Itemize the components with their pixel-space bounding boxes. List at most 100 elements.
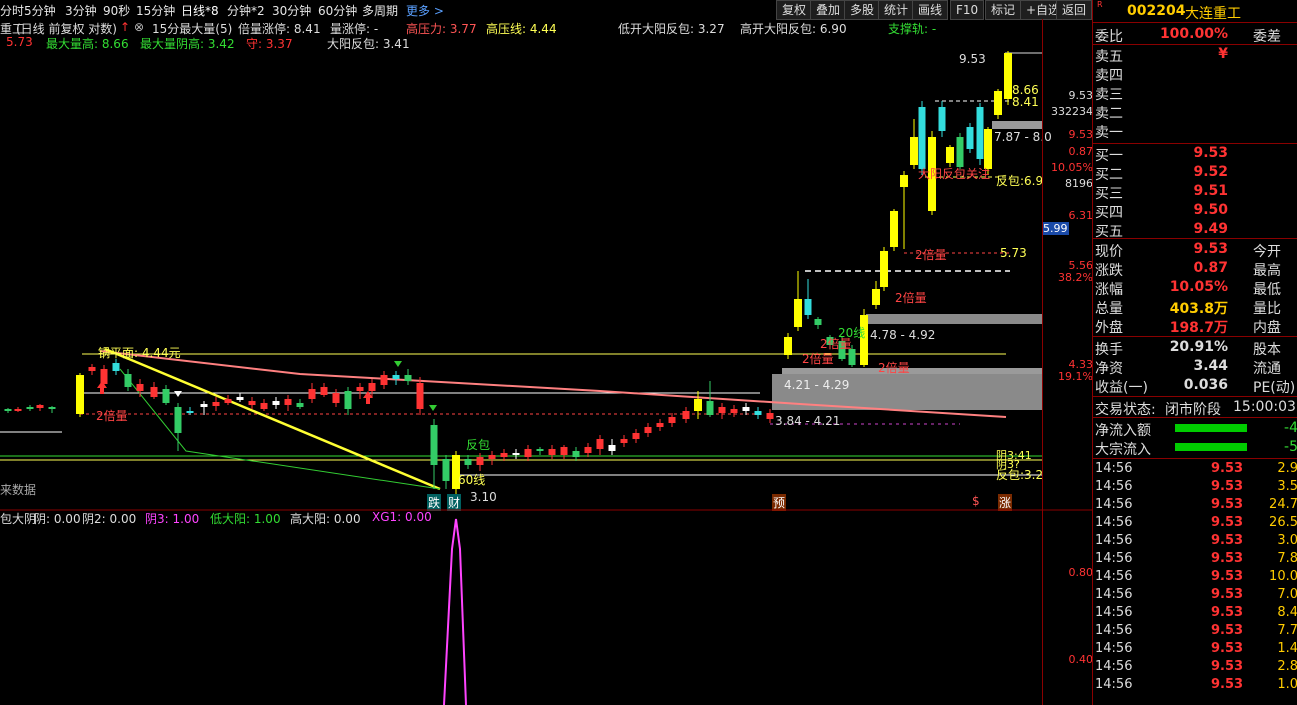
sub-indicator-canvas[interactable] <box>0 509 1092 705</box>
stock-name: 大连重工 <box>1185 6 1241 22</box>
period-min2[interactable]: 分钟*2 <box>227 2 265 19</box>
stats-button[interactable]: 统计 <box>878 0 915 20</box>
candle-body <box>644 427 652 433</box>
period-90s[interactable]: 90秒 <box>103 2 130 19</box>
row-value: 3.44 <box>1193 358 1228 374</box>
zone-top <box>992 121 1042 129</box>
candle-body <box>296 403 304 407</box>
candle-body <box>174 407 182 433</box>
tick-time: 14:56 <box>1095 605 1133 620</box>
tick-row[interactable]: 14:56 9.53 2.8 <box>1093 659 1297 677</box>
period-daily[interactable]: 日线*8 <box>181 2 219 19</box>
period-multi[interactable]: 多周期 <box>362 2 398 19</box>
kline-chart-area[interactable]: 重工 (日线 前复权 对数) ↑ ⊗ 15分最大量(5) 倍量涨停: 8.41 … <box>0 19 1094 705</box>
axis-label: 38.2% <box>1058 271 1093 284</box>
tick-row[interactable]: 14:56 9.53 24.7 <box>1093 497 1297 515</box>
row-label: 净资 <box>1095 361 1123 377</box>
stat-row: 涨跌 0.87 最高 <box>1093 260 1297 279</box>
candle-body <box>320 387 328 395</box>
tick-volume: 8.4 <box>1277 605 1297 620</box>
tick-row[interactable]: 14:56 9.53 7.8 <box>1093 551 1297 569</box>
kline-canvas[interactable] <box>0 19 1092 509</box>
candle-body <box>536 449 544 451</box>
candle-body <box>48 407 56 409</box>
period-3min[interactable]: 3分钟 <box>65 2 97 19</box>
mark-button[interactable]: 标记 <box>985 0 1022 20</box>
candle-body <box>26 407 34 409</box>
tick-row[interactable]: 14:56 9.53 26.5 <box>1093 515 1297 533</box>
draw-line-button[interactable]: 画线 <box>912 0 949 20</box>
zone-2-top <box>782 368 1042 374</box>
row-label: 卖三 <box>1095 87 1123 103</box>
stat-row: 现价 9.53 今开 <box>1093 241 1297 260</box>
candle-body <box>14 409 22 411</box>
dayang-attention: 大阳反包关注 <box>918 167 991 181</box>
candle-body <box>804 299 812 315</box>
tick-row[interactable]: 14:56 9.53 2.9 <box>1093 461 1297 479</box>
back-button[interactable]: 返回 <box>1056 0 1092 20</box>
fuquan-button[interactable]: 复权 <box>776 0 813 20</box>
sub-axis-label: 0.80 <box>1068 566 1094 579</box>
sell-level: 卖三 <box>1093 84 1297 103</box>
tick-row[interactable]: 14:56 9.53 3.5 <box>1093 479 1297 497</box>
candle-body <box>694 399 702 411</box>
stat-row: 外盘 198.7万 内盘 <box>1093 317 1297 336</box>
candle-body <box>464 459 472 465</box>
multi-stock-button[interactable]: 多股 <box>844 0 881 20</box>
candle-body <box>956 137 964 167</box>
sub-yin3: 阴3: 1.00 <box>145 512 200 526</box>
block-inflow-label: 大宗流入 <box>1095 442 1151 458</box>
candle-body <box>124 374 132 387</box>
candle-body <box>946 147 954 163</box>
row-value: 198.7万 <box>1169 320 1228 336</box>
period-fenshi[interactable]: 分时 <box>0 2 24 19</box>
period-toolbar: 分时 5分钟 3分钟 90秒 15分钟 日线*8 分钟*2 30分钟 60分钟 … <box>0 0 1092 20</box>
tick-volume: 3.0 <box>1277 533 1297 548</box>
period-5min[interactable]: 5分钟 <box>24 2 56 19</box>
tick-row[interactable]: 14:56 9.53 3.0 <box>1093 533 1297 551</box>
price-axis: 9.53 332234 9.53 0.87 10.05% 8196 6.31 5… <box>1042 19 1093 509</box>
period-15min[interactable]: 15分钟 <box>136 2 175 19</box>
candle-body <box>368 383 376 391</box>
period-60min[interactable]: 60分钟 <box>318 2 357 19</box>
dollar-badge[interactable]: $ <box>972 494 980 508</box>
tick-row[interactable]: 14:56 9.53 7.7 <box>1093 623 1297 641</box>
candle-body <box>476 457 484 465</box>
candle-body <box>682 411 690 419</box>
stock-header: R 002204 大连重工 <box>1093 0 1297 23</box>
period-30min[interactable]: 30分钟 <box>272 2 311 19</box>
candle-body <box>200 404 208 407</box>
tick-row[interactable]: 14:56 9.53 1.4 <box>1093 641 1297 659</box>
tick-row[interactable]: 14:56 9.53 10.0 <box>1093 569 1297 587</box>
tick-time: 14:56 <box>1095 677 1133 692</box>
tick-row[interactable]: 14:56 9.53 1.0 <box>1093 677 1297 695</box>
fanbao-label: 反包 <box>466 438 491 452</box>
candle-body <box>938 107 946 131</box>
f10-button[interactable]: F10 <box>950 0 985 20</box>
tick-time: 14:56 <box>1095 461 1133 476</box>
candle-body <box>512 453 520 455</box>
row-value: 9.53 <box>1193 145 1228 161</box>
candle-body <box>186 411 194 413</box>
candle-body <box>706 401 714 415</box>
candle-body <box>430 425 438 465</box>
tick-row[interactable]: 14:56 9.53 7.0 <box>1093 587 1297 605</box>
candle-body <box>994 91 1002 115</box>
period-more[interactable]: 更多 > <box>406 2 444 19</box>
dayang-fanbao: 大阳反包: 3.41 <box>327 37 410 51</box>
row-value: 10.05% <box>1169 279 1228 295</box>
candle-body <box>488 455 496 459</box>
overlay-button[interactable]: 叠加 <box>810 0 847 20</box>
max-vol-high: 最大量高: 8.66 <box>46 37 129 51</box>
candle-body <box>596 439 604 449</box>
tick-volume: 1.0 <box>1277 677 1297 692</box>
row-label: 涨跌 <box>1095 263 1123 279</box>
level-310: 3.10 <box>470 490 497 504</box>
tick-price: 9.53 <box>1211 497 1244 512</box>
stat2-label-2: 流通 <box>1253 361 1281 377</box>
close-indicator-icon[interactable]: ⊗ <box>134 20 144 34</box>
candle-body <box>984 129 992 169</box>
tick-row[interactable]: 14:56 9.53 8.4 <box>1093 605 1297 623</box>
tick-volume: 7.8 <box>1277 551 1297 566</box>
row-label: 买四 <box>1095 205 1123 221</box>
